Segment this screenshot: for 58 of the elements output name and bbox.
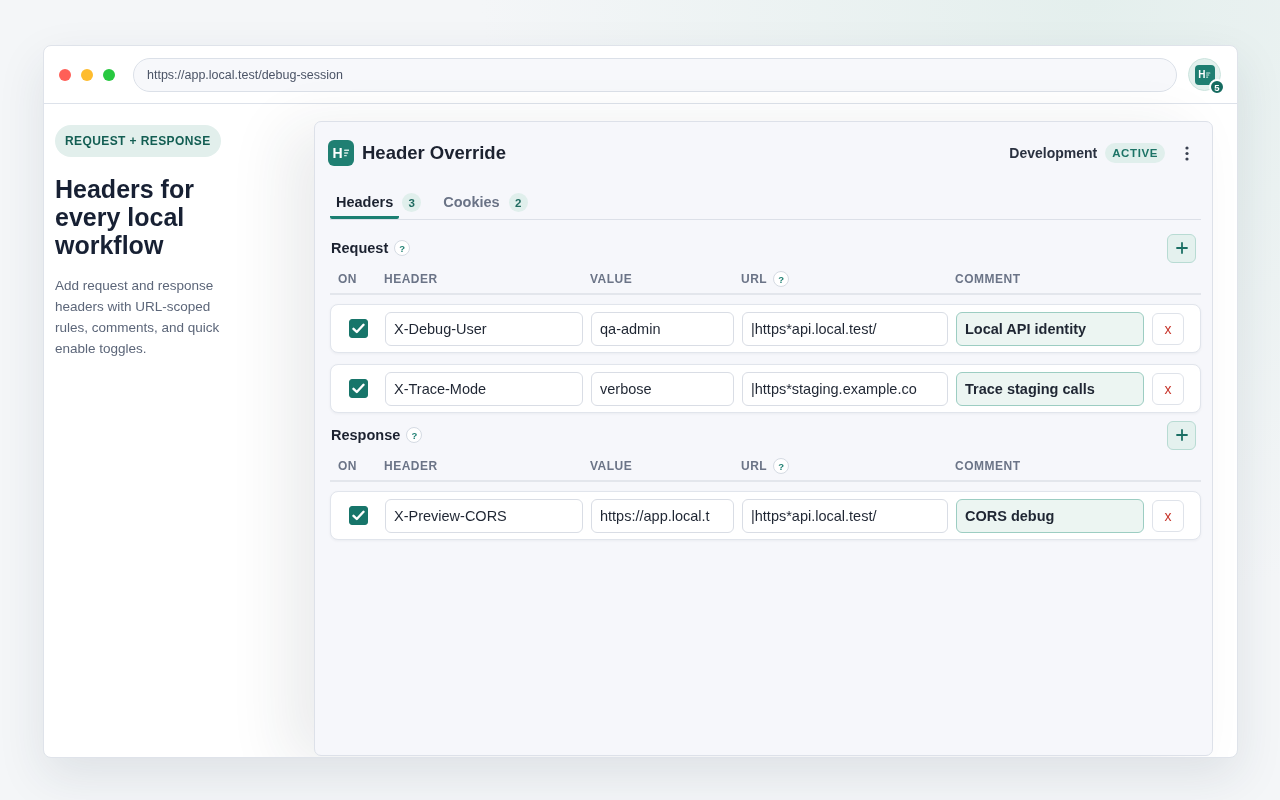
check-icon <box>352 323 365 334</box>
feature-tag: REQUEST + RESPONSE <box>55 125 221 157</box>
url-pattern-field[interactable]: |https*staging.example.co <box>742 371 948 406</box>
delete-button[interactable]: x <box>1152 372 1184 405</box>
extension-button[interactable]: H 5 <box>1188 58 1221 91</box>
add-rule-button[interactable] <box>1167 420 1196 450</box>
url-pattern-field[interactable]: |https*api.local.test/ <box>742 498 948 533</box>
app-logo: H <box>328 140 354 166</box>
help-icon[interactable]: ? <box>394 240 411 256</box>
comment-field[interactable]: Trace staging calls <box>956 371 1144 406</box>
column-header: ON <box>338 459 357 473</box>
extension-logo: H <box>1194 64 1215 85</box>
count-badge: 3 <box>402 193 422 212</box>
section-title: Request <box>331 240 389 256</box>
comment-field[interactable]: Local API identity <box>956 311 1144 346</box>
column-header: HEADER <box>384 272 438 286</box>
more-menu-icon[interactable] <box>1185 145 1189 161</box>
status-badge: ACTIVE <box>1105 143 1165 163</box>
tab[interactable]: Headers <box>330 186 400 219</box>
help-icon[interactable]: ? <box>773 271 790 287</box>
description: Add request and response headers with URL-scoped rules, comments, and quick enable toggles. <box>55 277 221 358</box>
address-bar[interactable]: https://app.local.test/debug-session <box>133 57 1177 92</box>
checkbox[interactable] <box>349 506 368 525</box>
profile-name: Development <box>1009 145 1098 161</box>
check-icon <box>352 383 365 394</box>
column-header: HEADER <box>384 459 438 473</box>
delete-button[interactable]: x <box>1152 499 1184 532</box>
checkbox[interactable] <box>349 379 368 398</box>
window-control-icon[interactable] <box>59 68 71 81</box>
plus-icon <box>1175 242 1188 254</box>
add-rule-button[interactable] <box>1167 233 1196 263</box>
column-header: COMMENT <box>955 459 1021 473</box>
comment-field[interactable]: CORS debug <box>956 498 1144 533</box>
help-icon[interactable]: ? <box>406 427 423 443</box>
column-header: URL <box>741 272 768 286</box>
column-header: URL <box>741 459 768 473</box>
help-icon[interactable]: ? <box>773 458 790 474</box>
delete-button[interactable]: x <box>1152 312 1184 345</box>
section-title: Response <box>331 427 401 443</box>
popup-title: Header Override <box>362 142 506 164</box>
url-pattern-field[interactable]: |https*api.local.test/ <box>742 311 948 346</box>
count-badge: 2 <box>508 193 528 212</box>
header-name-field[interactable]: X-Trace-Mode <box>385 371 583 406</box>
column-header: ON <box>338 272 357 286</box>
header-value-field[interactable]: qa-admin <box>591 311 734 346</box>
plus-icon <box>1175 429 1188 441</box>
headline: Headers for every local workflow <box>55 175 195 259</box>
header-name-field[interactable]: X-Preview-CORS <box>385 498 583 533</box>
column-header: COMMENT <box>955 272 1021 286</box>
column-header: VALUE <box>590 272 633 286</box>
header-value-field[interactable]: https://app.local.t <box>591 498 734 533</box>
count-badge: 5 <box>1209 79 1225 95</box>
tab[interactable]: Cookies <box>437 186 506 219</box>
check-icon <box>352 510 365 521</box>
header-name-field[interactable]: X-Debug-User <box>385 311 583 346</box>
header-value-field[interactable]: verbose <box>591 371 734 406</box>
checkbox[interactable] <box>349 319 368 338</box>
column-header: VALUE <box>590 459 633 473</box>
